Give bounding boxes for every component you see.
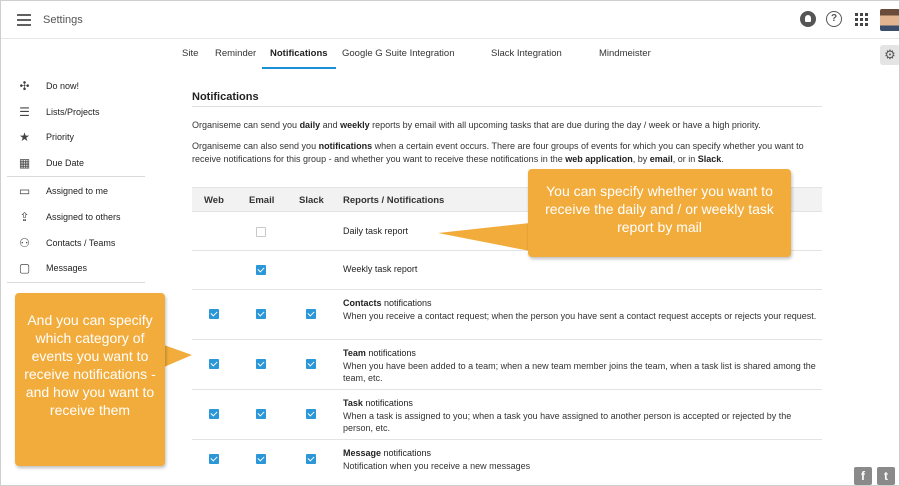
contacts-web-checkbox[interactable] bbox=[209, 309, 219, 319]
sidebar-item-do-now[interactable]: ✣ Do now! bbox=[1, 74, 147, 99]
sidebar-item-label: Priority bbox=[46, 132, 75, 142]
twitter-icon[interactable]: t bbox=[877, 467, 895, 485]
inbox-icon: ▭ bbox=[18, 184, 31, 198]
callout-pointer bbox=[164, 345, 192, 367]
people-icon: ⚇ bbox=[19, 236, 30, 250]
row-title: Weekly task report bbox=[343, 264, 418, 274]
sidebar-item-contacts-teams[interactable]: ⚇ Contacts / Teams bbox=[1, 231, 147, 256]
tab-reminder[interactable]: Reminder bbox=[215, 39, 256, 69]
table-row-contacts: Contacts notifications When you receive … bbox=[192, 290, 822, 340]
contacts-slack-checkbox[interactable] bbox=[306, 309, 316, 319]
message-slack-checkbox[interactable] bbox=[306, 454, 316, 464]
sidebar-item-label: Assigned to me bbox=[46, 186, 109, 196]
sidebar-item-due-date[interactable]: ▦ Due Date bbox=[1, 151, 147, 176]
gamepad-icon: ✣ bbox=[19, 79, 30, 93]
tab-site[interactable]: Site bbox=[182, 39, 198, 69]
row-title: Team notifications bbox=[343, 348, 416, 358]
task-email-checkbox[interactable] bbox=[256, 409, 266, 419]
table-row-message: Message notifications Notification when … bbox=[192, 440, 822, 478]
team-slack-checkbox[interactable] bbox=[306, 359, 316, 369]
message-web-checkbox[interactable] bbox=[209, 454, 219, 464]
sidebar-item-priority[interactable]: ★ Priority bbox=[1, 125, 147, 150]
top-bar: Settings ? bbox=[1, 1, 899, 39]
menu-icon[interactable] bbox=[17, 14, 31, 26]
gear-icon[interactable]: ⚙ bbox=[880, 45, 899, 65]
help-icon[interactable]: ? bbox=[826, 11, 842, 27]
row-title: Contacts notifications bbox=[343, 298, 432, 308]
row-description: When you have been added to a team; when… bbox=[343, 361, 816, 383]
message-email-checkbox[interactable] bbox=[256, 454, 266, 464]
outbox-icon: ⇪ bbox=[19, 210, 30, 224]
column-header-reports: Reports / Notifications bbox=[343, 195, 445, 206]
sidebar-divider bbox=[7, 282, 145, 283]
table-row-team: Team notifications When you have been ad… bbox=[192, 340, 822, 390]
row-description: When you receive a contact request; when… bbox=[343, 311, 817, 321]
column-header-slack: Slack bbox=[299, 195, 324, 206]
callout-notification-hint: And you can specify which category of ev… bbox=[15, 293, 165, 466]
sidebar-item-label: Contacts / Teams bbox=[46, 238, 116, 248]
row-title: Message notifications bbox=[343, 448, 432, 458]
sidebar-item-label: Assigned to others bbox=[46, 212, 121, 222]
task-slack-checkbox[interactable] bbox=[306, 409, 316, 419]
apps-grid-icon[interactable] bbox=[853, 11, 869, 27]
sidebar-divider bbox=[7, 176, 145, 177]
sidebar-item-label: Due Date bbox=[46, 158, 85, 168]
star-icon: ★ bbox=[19, 130, 30, 144]
callout-report-hint: You can specify whether you want to rece… bbox=[528, 169, 791, 257]
row-description: Notification when you receive a new mess… bbox=[343, 461, 531, 471]
daily-email-checkbox[interactable] bbox=[256, 227, 266, 237]
sidebar-item-assigned-to-me[interactable]: ▭ Assigned to me bbox=[1, 179, 147, 204]
intro-paragraph-reports: Organiseme can send you daily and weekly… bbox=[192, 120, 761, 130]
app-window: Settings ? Site Reminder Notifications G… bbox=[0, 0, 900, 486]
table-row-task: Task notifications When a task is assign… bbox=[192, 390, 822, 440]
tab-notifications[interactable]: Notifications bbox=[262, 39, 336, 69]
row-title: Daily task report bbox=[343, 226, 409, 236]
calendar-icon: ▦ bbox=[18, 156, 31, 170]
sidebar-item-assigned-to-others[interactable]: ⇪ Assigned to others bbox=[1, 205, 147, 230]
sidebar-item-messages[interactable]: ▢ Messages bbox=[1, 256, 147, 281]
section-title: Notifications bbox=[192, 91, 259, 103]
weekly-email-checkbox[interactable] bbox=[256, 265, 266, 275]
callout-pointer bbox=[438, 223, 530, 251]
sidebar-item-label: Lists/Projects bbox=[46, 107, 100, 117]
notifications-bell-icon[interactable] bbox=[800, 11, 816, 27]
tab-mindmeister[interactable]: Mindmeister bbox=[599, 39, 651, 69]
tab-google-gsuite[interactable]: Google G Suite Integration bbox=[342, 39, 455, 69]
list-icon: ☰ bbox=[19, 105, 30, 119]
contacts-email-checkbox[interactable] bbox=[256, 309, 266, 319]
message-icon: ▢ bbox=[18, 261, 31, 275]
row-title: Task notifications bbox=[343, 398, 413, 408]
intro-paragraph-notifications: Organiseme can also send you notificatio… bbox=[192, 141, 804, 164]
task-web-checkbox[interactable] bbox=[209, 409, 219, 419]
column-header-web: Web bbox=[204, 195, 224, 206]
team-email-checkbox[interactable] bbox=[256, 359, 266, 369]
row-description: When a task is assigned to you; when a t… bbox=[343, 411, 792, 433]
app-title: Settings bbox=[43, 14, 83, 26]
sidebar-item-lists-projects[interactable]: ☰ Lists/Projects bbox=[1, 100, 147, 125]
title-divider bbox=[192, 106, 822, 107]
avatar[interactable] bbox=[880, 9, 899, 31]
tab-slack-integration[interactable]: Slack Integration bbox=[491, 39, 562, 69]
facebook-icon[interactable]: f bbox=[854, 467, 872, 485]
sidebar-item-label: Do now! bbox=[46, 81, 80, 91]
team-web-checkbox[interactable] bbox=[209, 359, 219, 369]
column-header-email: Email bbox=[249, 195, 275, 206]
sidebar-item-label: Messages bbox=[46, 263, 88, 273]
